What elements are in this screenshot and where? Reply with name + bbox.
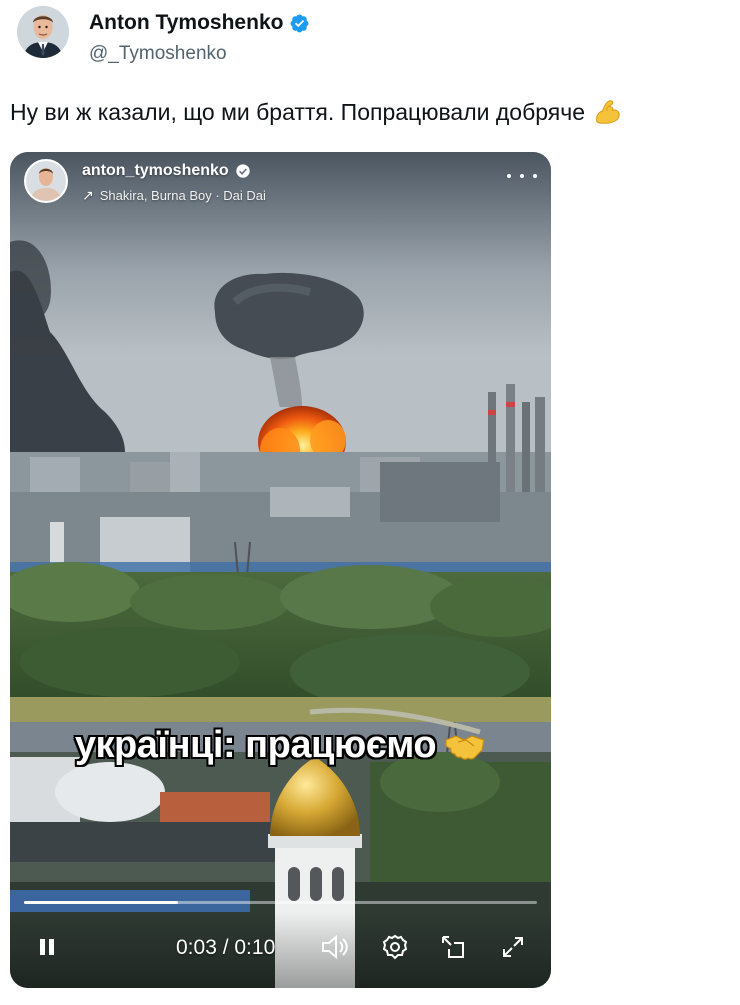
volume-button[interactable]: [318, 930, 352, 964]
author-handle[interactable]: @_Tymoshenko: [89, 43, 227, 65]
instagram-music[interactable]: Shakira, Burna Boy · Dai Dai: [100, 188, 266, 203]
video-caption-row: українці: працюємо: [10, 724, 551, 767]
instagram-username[interactable]: anton_tymoshenko: [82, 162, 229, 180]
instagram-music-row[interactable]: ↗ Shakira, Burna Boy · Dai Dai: [82, 187, 266, 204]
pause-button[interactable]: [30, 930, 64, 964]
author-name-row[interactable]: Anton Tymoshenko: [89, 11, 310, 35]
music-arrow-icon: ↗: [82, 187, 94, 203]
video-frame: [10, 152, 551, 988]
verified-badge-icon: [290, 14, 309, 32]
tweet-header: Anton Tymoshenko @_Tymoshenko: [17, 4, 717, 70]
instagram-overlay-header: anton_tymoshenko ↗ Shakira, Burna Boy · …: [10, 152, 551, 222]
flexed-biceps-icon: [596, 100, 620, 124]
picture-in-picture-button[interactable]: [436, 930, 470, 964]
picture-in-picture-icon: [442, 936, 464, 958]
tweet-text-row: Ну ви ж казали, що ми браття. Попрацювал…: [10, 97, 623, 127]
video-caption: українці: працюємо: [74, 724, 437, 766]
time-display: 0:03 / 0:10: [176, 936, 276, 959]
handshake-icon: [445, 734, 485, 760]
pause-icon: [40, 939, 54, 955]
expand-icon: [503, 937, 523, 957]
progress-bar[interactable]: [24, 901, 537, 904]
instagram-username-row[interactable]: anton_tymoshenko: [82, 162, 251, 180]
gear-icon: [382, 934, 408, 960]
settings-button[interactable]: [378, 930, 412, 964]
instagram-avatar[interactable]: [24, 159, 68, 203]
volume-icon: [322, 934, 348, 960]
player-controls: 0:03 / 0:10: [10, 912, 551, 988]
fullscreen-button[interactable]: [496, 930, 530, 964]
author-name[interactable]: Anton Tymoshenko: [89, 11, 283, 35]
more-options-icon[interactable]: [507, 164, 537, 188]
tweet-text: Ну ви ж казали, що ми браття. Попрацювал…: [10, 98, 586, 125]
instagram-verified-icon: [236, 164, 250, 178]
progress-fill: [24, 901, 178, 904]
author-avatar[interactable]: [17, 6, 69, 58]
video-player[interactable]: anton_tymoshenko ↗ Shakira, Burna Boy · …: [10, 152, 551, 988]
